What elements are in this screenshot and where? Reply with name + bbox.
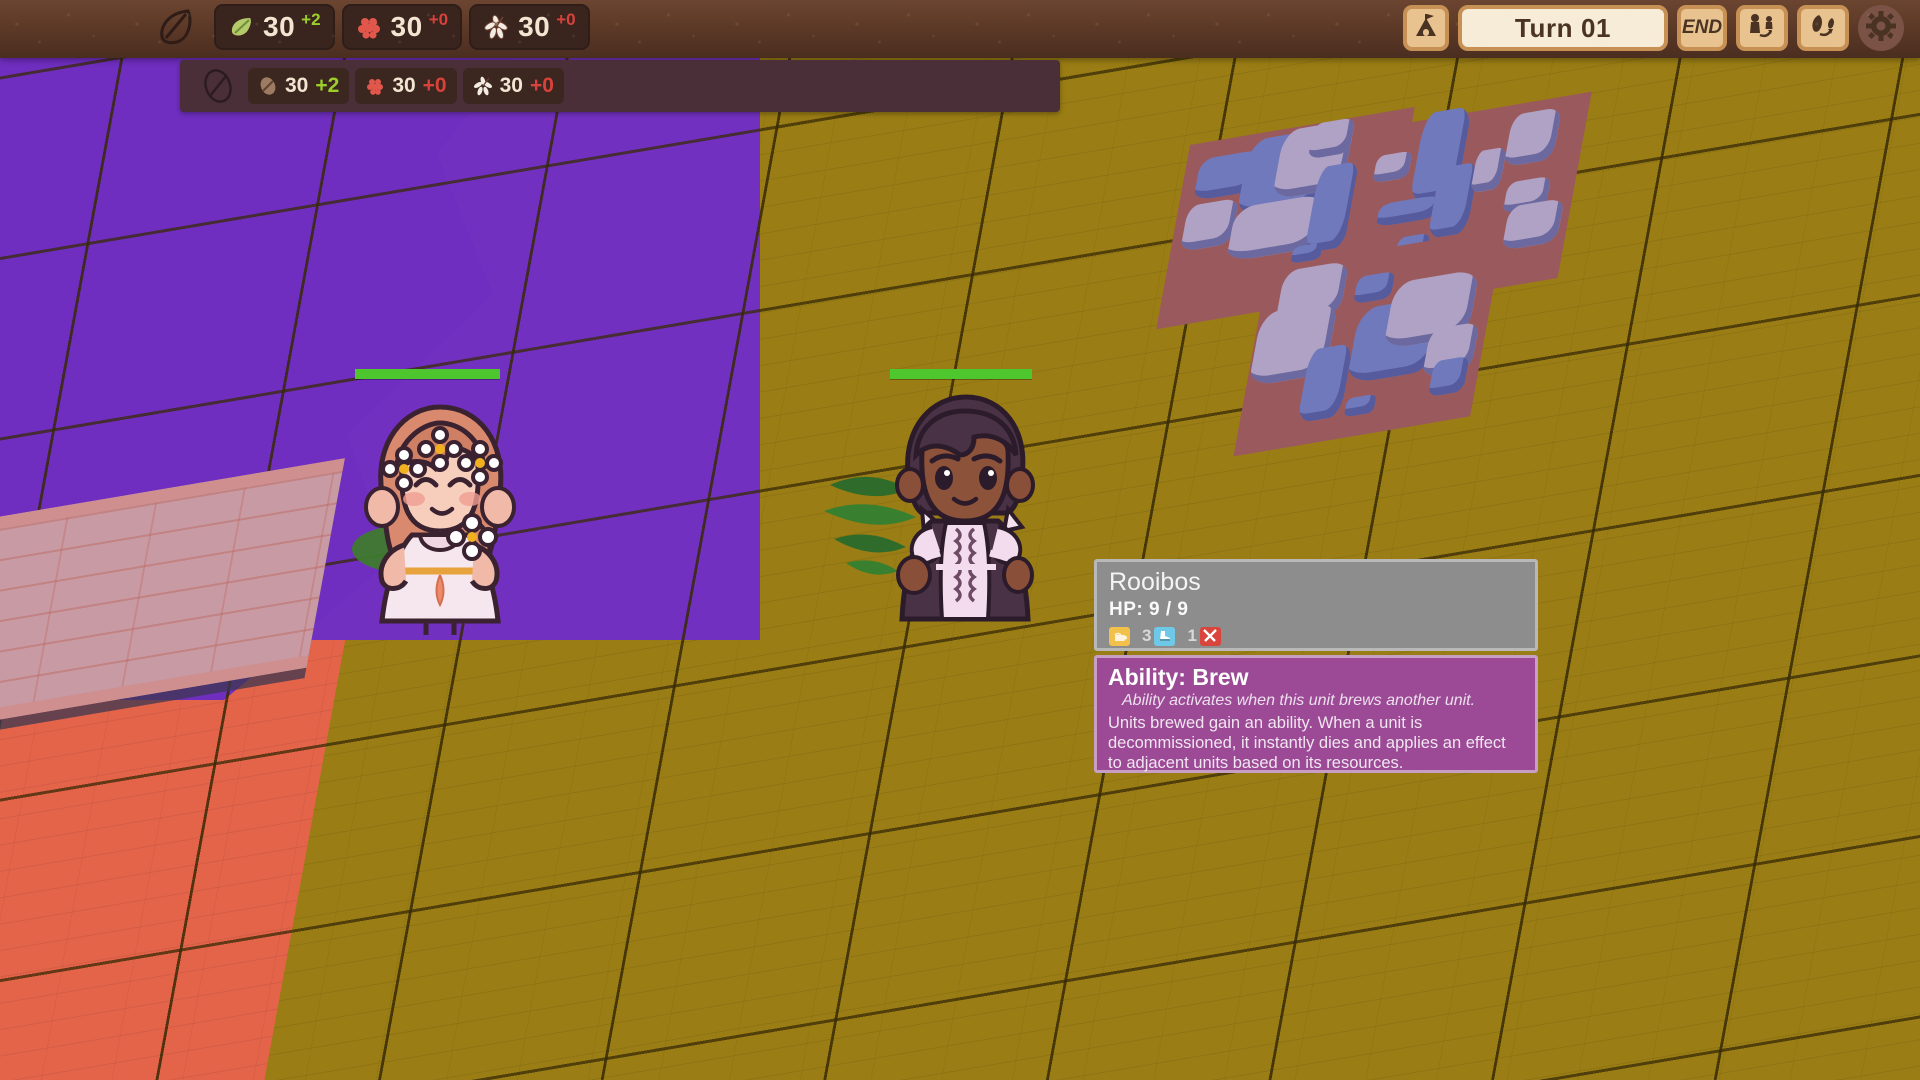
coffee-bean-outline-icon [198,66,238,106]
ability-panel: Ability: Brew Ability activates when thi… [1094,655,1538,773]
resource-delta: +0 [529,74,554,97]
secondary-chip-list: 30 +2 30 +0 30 +0 [248,68,564,104]
ability-title: Ability: Brew [1108,664,1249,690]
cycle-leaf-button[interactable] [1797,5,1849,51]
resource-tray: 30 +2 30 +0 30 +0 [148,2,590,52]
cycle-leaf-icon [1808,13,1838,44]
unit-attack-stat: 1 [1187,626,1221,646]
turn-label: Turn 01 [1514,12,1612,43]
crossed-swords-icon [1199,626,1221,646]
game-screen: 30 +2 30 +0 30 +0 Turn 01 END 30 +2 30 +… [0,0,1920,1080]
resource-delta: +0 [422,74,447,97]
gear-icon [1866,10,1896,46]
unit-hp: HP: 9 / 9 [1109,599,1189,620]
unit-health-bar [890,369,1032,379]
berry-cluster-icon [356,14,382,40]
attack-value: 1 [1187,626,1197,645]
resource-delta: +0 [556,10,576,29]
boot-move-icon [1154,626,1176,646]
white-blossom-icon [473,76,493,96]
resource-amount: 30 [392,74,416,97]
rock [1372,150,1413,184]
tent-base-icon [1413,13,1439,44]
sub-resource-chip-blossom[interactable]: 30 +0 [462,68,564,104]
end-turn-button[interactable]: END [1677,5,1727,51]
green-leaf-icon [228,14,254,40]
berry-cluster-icon [365,76,385,96]
settings-button[interactable] [1858,5,1904,51]
resource-amount: 30 [499,74,523,97]
unit-name: Rooibos [1109,568,1201,596]
resource-amount: 30 [285,74,309,97]
white-blossom-icon [483,14,509,40]
resource-chip-list: 30 +2 30 +0 30 +0 [214,4,590,50]
sub-resource-chip-bean[interactable]: 30 +2 [248,68,350,104]
resource-delta: +0 [428,10,449,29]
resource-delta: +2 [301,10,321,29]
end-turn-label: END [1681,17,1723,38]
teapot-icon [1109,626,1130,646]
turn-counter: Turn 01 [1458,5,1668,51]
unit-sprite [895,394,1035,622]
unit-move-stat: 3 [1142,626,1176,646]
unit-flower-crown[interactable] [330,355,550,635]
hud-controls: Turn 01 END [1403,5,1904,51]
rock [1503,106,1563,168]
unit-sprite [364,404,516,635]
rock [1343,393,1377,418]
base-camp-button[interactable] [1403,5,1449,51]
rock [1353,270,1396,305]
secondary-resource-bar: 30 +2 30 +0 30 +0 [180,60,1060,112]
resource-amount: 30 [518,11,551,42]
top-hud-bar: 30 +2 30 +0 30 +0 Turn 01 END [0,0,1920,58]
resource-delta: +2 [315,74,340,97]
unit-stat-row: 3 1 [1109,626,1523,646]
resource-amount: 30 [263,11,296,42]
cycle-unit-button[interactable] [1736,5,1788,51]
leaf-outline-icon [148,2,204,52]
unit-info-panel: Rooibos HP: 9 / 9 3 1 [1094,559,1538,651]
resource-chip-blossom[interactable]: 30 +0 [469,4,590,50]
resource-chip-leaf[interactable]: 30 +2 [214,4,335,50]
resource-amount: 30 [390,11,423,42]
sub-resource-chip-berry[interactable]: 30 +0 [355,68,457,104]
game-board[interactable] [0,0,1920,1080]
resource-chip-berry[interactable]: 30 +0 [341,4,463,50]
cycle-unit-icon [1747,13,1777,44]
move-value: 3 [1142,626,1152,645]
coffee-bean-icon [258,76,278,96]
unit-health-bar [355,369,500,379]
ability-trigger-text: Ability activates when this unit brews a… [1122,692,1476,710]
ability-description: Units brewed gain an ability. When a uni… [1108,713,1506,772]
unit-rooibos[interactable] [824,355,1060,645]
rock [1469,146,1508,194]
